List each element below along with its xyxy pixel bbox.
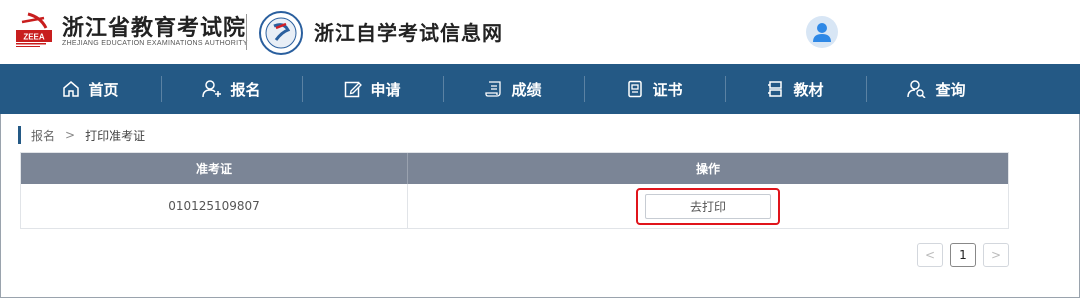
- nav-item-query[interactable]: 查询: [866, 64, 1007, 114]
- pagination: < 1 >: [917, 243, 1009, 267]
- site-title: 浙江自学考试信息网: [314, 21, 503, 45]
- zeea-logo-icon: ZEEA: [16, 12, 52, 47]
- print-button-highlight: 去打印: [636, 187, 780, 225]
- table-row: 010125109807 去打印: [21, 184, 1008, 228]
- go-print-button[interactable]: 去打印: [645, 193, 771, 219]
- org-title: 浙江省教育考试院: [62, 16, 247, 41]
- nav-label: 教材: [793, 80, 824, 99]
- nav-item-apply[interactable]: 申请: [302, 64, 443, 114]
- exam-seal-icon: [259, 11, 303, 55]
- user-add-icon: [202, 80, 222, 98]
- nav-item-certificate[interactable]: 证书: [584, 64, 725, 114]
- next-page-button[interactable]: >: [983, 243, 1009, 267]
- user-icon: [813, 23, 831, 42]
- column-header-ticket: 准考证: [21, 153, 408, 184]
- page-number-button[interactable]: 1: [950, 243, 976, 267]
- nav-label: 查询: [935, 80, 966, 99]
- column-header-action: 操作: [695, 162, 720, 176]
- breadcrumb-marker: [18, 126, 21, 144]
- home-icon: [63, 81, 80, 97]
- org-subtitle: ZHEJIANG EDUCATION EXAMINATIONS AUTHORIT…: [62, 40, 248, 47]
- site-header: ZEEA 浙江省教育考试院 ZHEJIANG EDUCATION EXAMINA…: [0, 0, 1080, 64]
- nav-item-textbooks[interactable]: 教材: [725, 64, 866, 114]
- main-nav: 首页 报名 申请 成绩 证书 教材 查询: [0, 64, 1080, 114]
- ticket-number-cell: 010125109807: [21, 184, 408, 228]
- breadcrumb: 报名 > 打印准考证: [18, 126, 145, 144]
- book-icon: [768, 81, 783, 97]
- nav-label: 首页: [88, 80, 119, 99]
- nav-item-home[interactable]: 首页: [20, 64, 161, 114]
- action-cell: 去打印: [408, 184, 1008, 228]
- breadcrumb-parent-link[interactable]: 报名: [31, 127, 55, 144]
- edit-icon: [345, 81, 363, 98]
- user-search-icon: [907, 80, 927, 98]
- nav-item-scores[interactable]: 成绩: [443, 64, 584, 114]
- nav-label: 成绩: [511, 80, 542, 99]
- prev-page-button[interactable]: <: [917, 243, 943, 267]
- table-header: 准考证 操作: [21, 153, 1008, 184]
- svg-text:ZEEA: ZEEA: [23, 33, 45, 42]
- breadcrumb-separator: >: [65, 128, 76, 142]
- nav-item-register[interactable]: 报名: [161, 64, 302, 114]
- scroll-icon: [485, 81, 502, 97]
- nav-label: 报名: [230, 80, 261, 99]
- nav-label: 证书: [652, 80, 683, 99]
- logo-divider: [246, 14, 247, 50]
- admission-ticket-table: 准考证 操作 010125109807 去打印: [20, 152, 1009, 229]
- user-avatar[interactable]: [806, 16, 838, 48]
- certificate-icon: [628, 80, 643, 98]
- breadcrumb-current: 打印准考证: [85, 128, 146, 143]
- nav-label: 申请: [370, 80, 401, 99]
